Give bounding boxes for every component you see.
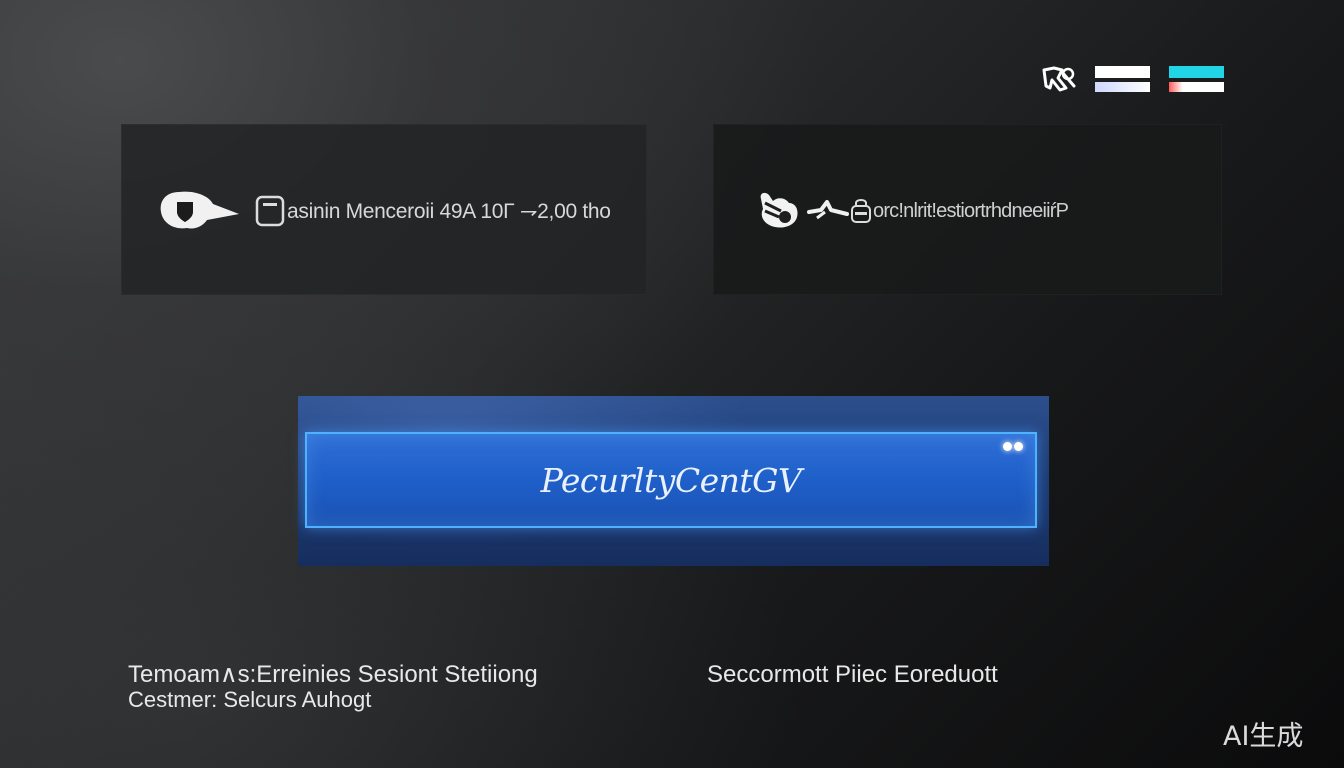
- bottom-left-line-1: Temoam∧s:Erreinies Sesiont Stetiiong: [128, 661, 538, 688]
- link-icon: [807, 196, 849, 226]
- panel-right-row: orc!nlrit!estiortrhdneeiiŕP: [713, 186, 1222, 236]
- panel-left-row: asinin Menceroii 49A 10Γ ⇁2,00 tho: [121, 186, 647, 236]
- rabbit-icon: [755, 189, 801, 233]
- toggle-a-bar: [1095, 66, 1150, 78]
- info-panel-left[interactable]: asinin Menceroii 49A 10Γ ⇁2,00 tho: [121, 124, 647, 295]
- toggle-button-white[interactable]: [1095, 66, 1150, 92]
- toggle-b-base: [1169, 82, 1224, 92]
- toggle-a-base: [1095, 82, 1150, 92]
- status-lights-icon: [1003, 442, 1027, 452]
- top-controls: [1040, 62, 1230, 94]
- security-center-banner: PecurltyCentGV: [298, 396, 1049, 566]
- document-icon: [255, 194, 287, 228]
- rk-logo-icon[interactable]: [1040, 64, 1080, 94]
- security-center-label: PecurltyCentGV: [540, 460, 802, 500]
- bottom-right-line-1: Seccormott Piiec Eoreduott: [707, 661, 998, 688]
- toggle-button-cyan[interactable]: [1169, 66, 1224, 92]
- lock-icon: [849, 196, 873, 226]
- bottom-left-info: Temoam∧s:Erreinies Sesiont Stetiiong Ces…: [128, 662, 648, 712]
- info-panel-right[interactable]: orc!nlrit!estiortrhdneeiiŕP: [713, 124, 1222, 295]
- ai-generated-watermark: AI生成: [1223, 721, 1304, 752]
- cloud-shield-icon: [157, 186, 241, 236]
- bottom-right-info: Seccormott Piiec Eoreduott: [707, 662, 1107, 688]
- bottom-left-line-2: Cestmer: Selcurs Auhogt: [128, 687, 372, 712]
- toggle-b-bar: [1169, 66, 1224, 78]
- panel-right-text: orc!nlrit!estiortrhdneeiiŕP: [873, 199, 1069, 222]
- panel-left-text: asinin Menceroii 49A 10Γ ⇁2,00 tho: [287, 199, 611, 223]
- security-center-button[interactable]: PecurltyCentGV: [305, 432, 1037, 528]
